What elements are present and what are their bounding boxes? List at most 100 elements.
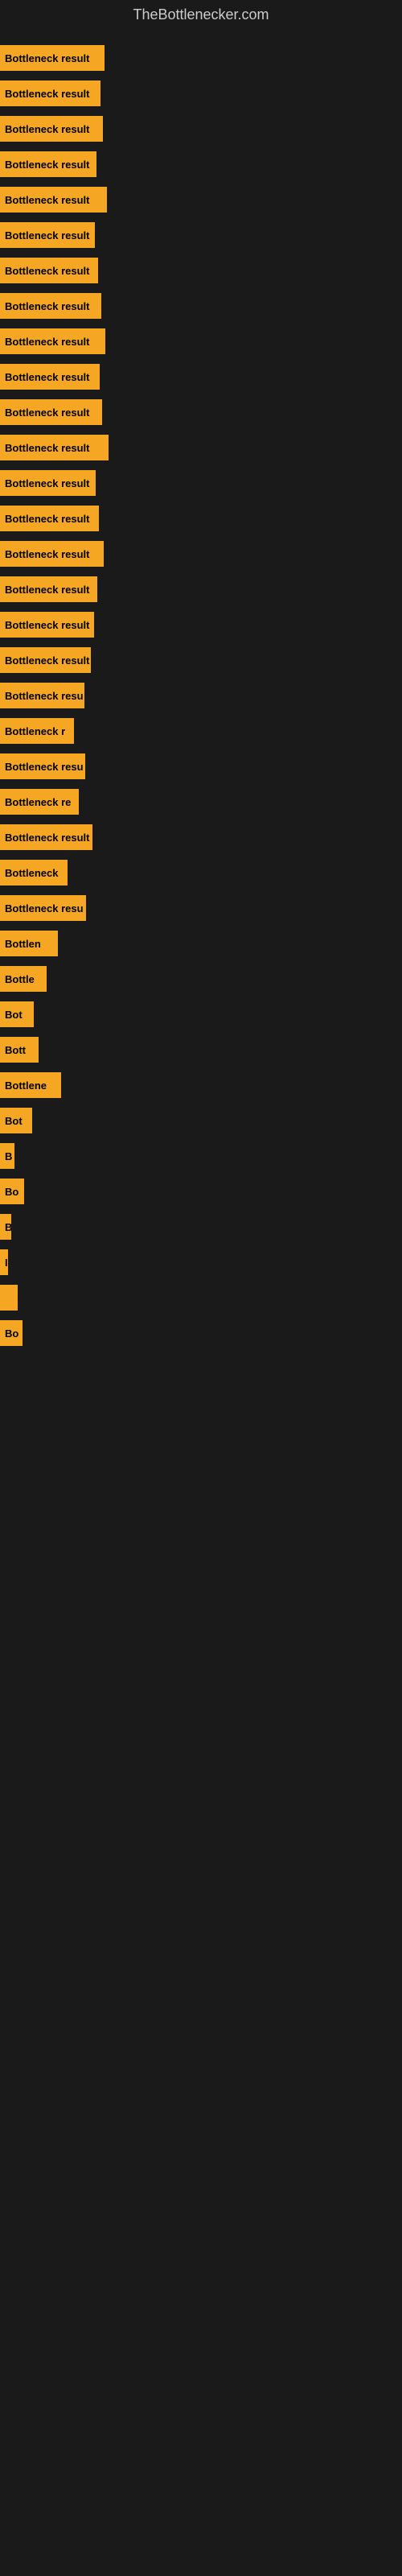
bar: Bottleneck result [0, 45, 105, 71]
bar: Bottleneck resu [0, 895, 86, 921]
bar: Bottleneck result [0, 399, 102, 425]
bar-row: Bottleneck result [0, 503, 402, 534]
bar-label: Bottleneck result [5, 513, 89, 525]
bar-row: Bot [0, 999, 402, 1030]
bar-label: Bottleneck resu [5, 690, 84, 702]
bar-row: Bottleneck result [0, 255, 402, 286]
bar-row: Bottleneck result [0, 43, 402, 73]
bar-label: Bottleneck result [5, 584, 89, 596]
bar-label: Bottleneck result [5, 159, 89, 171]
bar-row: Bottleneck resu [0, 680, 402, 711]
bar-label: Bottleneck result [5, 336, 89, 348]
bar-row: Bottleneck result [0, 468, 402, 498]
bar-label: Bottleneck result [5, 52, 89, 64]
bar-row: Bottleneck result [0, 78, 402, 109]
bar-label: Bottleneck result [5, 654, 89, 667]
bar-label: Bottleneck result [5, 371, 89, 383]
bar-row: Bot [0, 1105, 402, 1136]
bar-label: Bot [5, 1009, 23, 1021]
bar: Bottleneck result [0, 435, 109, 460]
bar: Bottleneck result [0, 647, 91, 673]
bar: Bottle [0, 966, 47, 992]
bar-label: Bo [5, 1327, 18, 1340]
bar-label: Bottleneck result [5, 407, 89, 419]
bar: Bottleneck result [0, 222, 95, 248]
bar: Bottleneck result [0, 612, 94, 638]
bar-row: I [0, 1247, 402, 1278]
bar: Bottleneck resu [0, 753, 85, 779]
bar-label: Bottleneck result [5, 88, 89, 100]
bar-label: Bottleneck result [5, 619, 89, 631]
bar-label: Bottleneck result [5, 265, 89, 277]
site-title: TheBottlenecker.com [0, 0, 402, 30]
bar-row [0, 1282, 402, 1313]
bar-label: Bottleneck result [5, 548, 89, 560]
bar: I [0, 1249, 8, 1275]
bar-label: Bottle [5, 973, 35, 985]
bar: Bottleneck result [0, 541, 104, 567]
bar-label: Bottleneck result [5, 300, 89, 312]
bar-row: Bottleneck resu [0, 893, 402, 923]
bar: Bottleneck result [0, 824, 92, 850]
bar-row: Bottleneck result [0, 645, 402, 675]
bar-row: Bottleneck re [0, 786, 402, 817]
bar-label: Bottleneck resu [5, 902, 84, 914]
bar-row: Bottleneck [0, 857, 402, 888]
bar: Bottleneck result [0, 328, 105, 354]
bar-row: Bott [0, 1034, 402, 1065]
bar-row: Bottleneck result [0, 326, 402, 357]
bar-row: Bottleneck result [0, 574, 402, 605]
bar-label: Bottleneck result [5, 832, 89, 844]
bar [0, 1285, 18, 1311]
bar-row: B [0, 1141, 402, 1171]
bar-label: Bot [5, 1115, 23, 1127]
bar-row: Bottleneck result [0, 361, 402, 392]
bar-row: Bottleneck resu [0, 751, 402, 782]
bar: Bot [0, 1108, 32, 1133]
bar: Bottlene [0, 1072, 61, 1098]
bar-label: Bottleneck [5, 867, 58, 879]
bar-label: Bottleneck re [5, 796, 71, 808]
bar-row: Bottleneck result [0, 539, 402, 569]
bar-row: Bottleneck result [0, 397, 402, 427]
bar: Bottleneck result [0, 151, 96, 177]
bar: Bottleneck result [0, 80, 100, 106]
bar-row: Bo [0, 1176, 402, 1207]
bar-label: Bottleneck result [5, 442, 89, 454]
bar: Bottleneck result [0, 116, 103, 142]
bar: Bottleneck [0, 860, 68, 886]
bar-row: Bottleneck result [0, 432, 402, 463]
bar-label: Bottleneck result [5, 229, 89, 242]
bar-label: B [5, 1150, 12, 1162]
bar-label: Bott [5, 1044, 26, 1056]
bar: Bottleneck result [0, 258, 98, 283]
bar-row: B [0, 1212, 402, 1242]
bar-row: Bottleneck r [0, 716, 402, 746]
bar-row: Bottleneck result [0, 149, 402, 180]
bar: Bottleneck result [0, 470, 96, 496]
bar-row: Bo [0, 1318, 402, 1348]
bar: Bo [0, 1179, 24, 1204]
bar-row: Bottleneck result [0, 114, 402, 144]
bar-label: Bo [5, 1186, 18, 1198]
bar: Bottleneck result [0, 364, 100, 390]
bar: Bot [0, 1001, 34, 1027]
bar-label: B [5, 1221, 11, 1233]
bar-label: Bottleneck r [5, 725, 65, 737]
bar-label: Bottleneck result [5, 123, 89, 135]
bar-row: Bottleneck result [0, 220, 402, 250]
bar-label: I [5, 1257, 8, 1269]
bar-row: Bottleneck result [0, 609, 402, 640]
bar-row: Bottleneck result [0, 291, 402, 321]
bar: Bottlen [0, 931, 58, 956]
bar: B [0, 1143, 14, 1169]
bar: Bottleneck resu [0, 683, 84, 708]
bar: Bottleneck result [0, 576, 97, 602]
bar: B [0, 1214, 11, 1240]
bar: Bottleneck re [0, 789, 79, 815]
bar-row: Bottleneck result [0, 184, 402, 215]
bar-label: Bottlen [5, 938, 41, 950]
bar: Bottleneck result [0, 187, 107, 213]
bar: Bo [0, 1320, 23, 1346]
bar-label: Bottleneck result [5, 194, 89, 206]
